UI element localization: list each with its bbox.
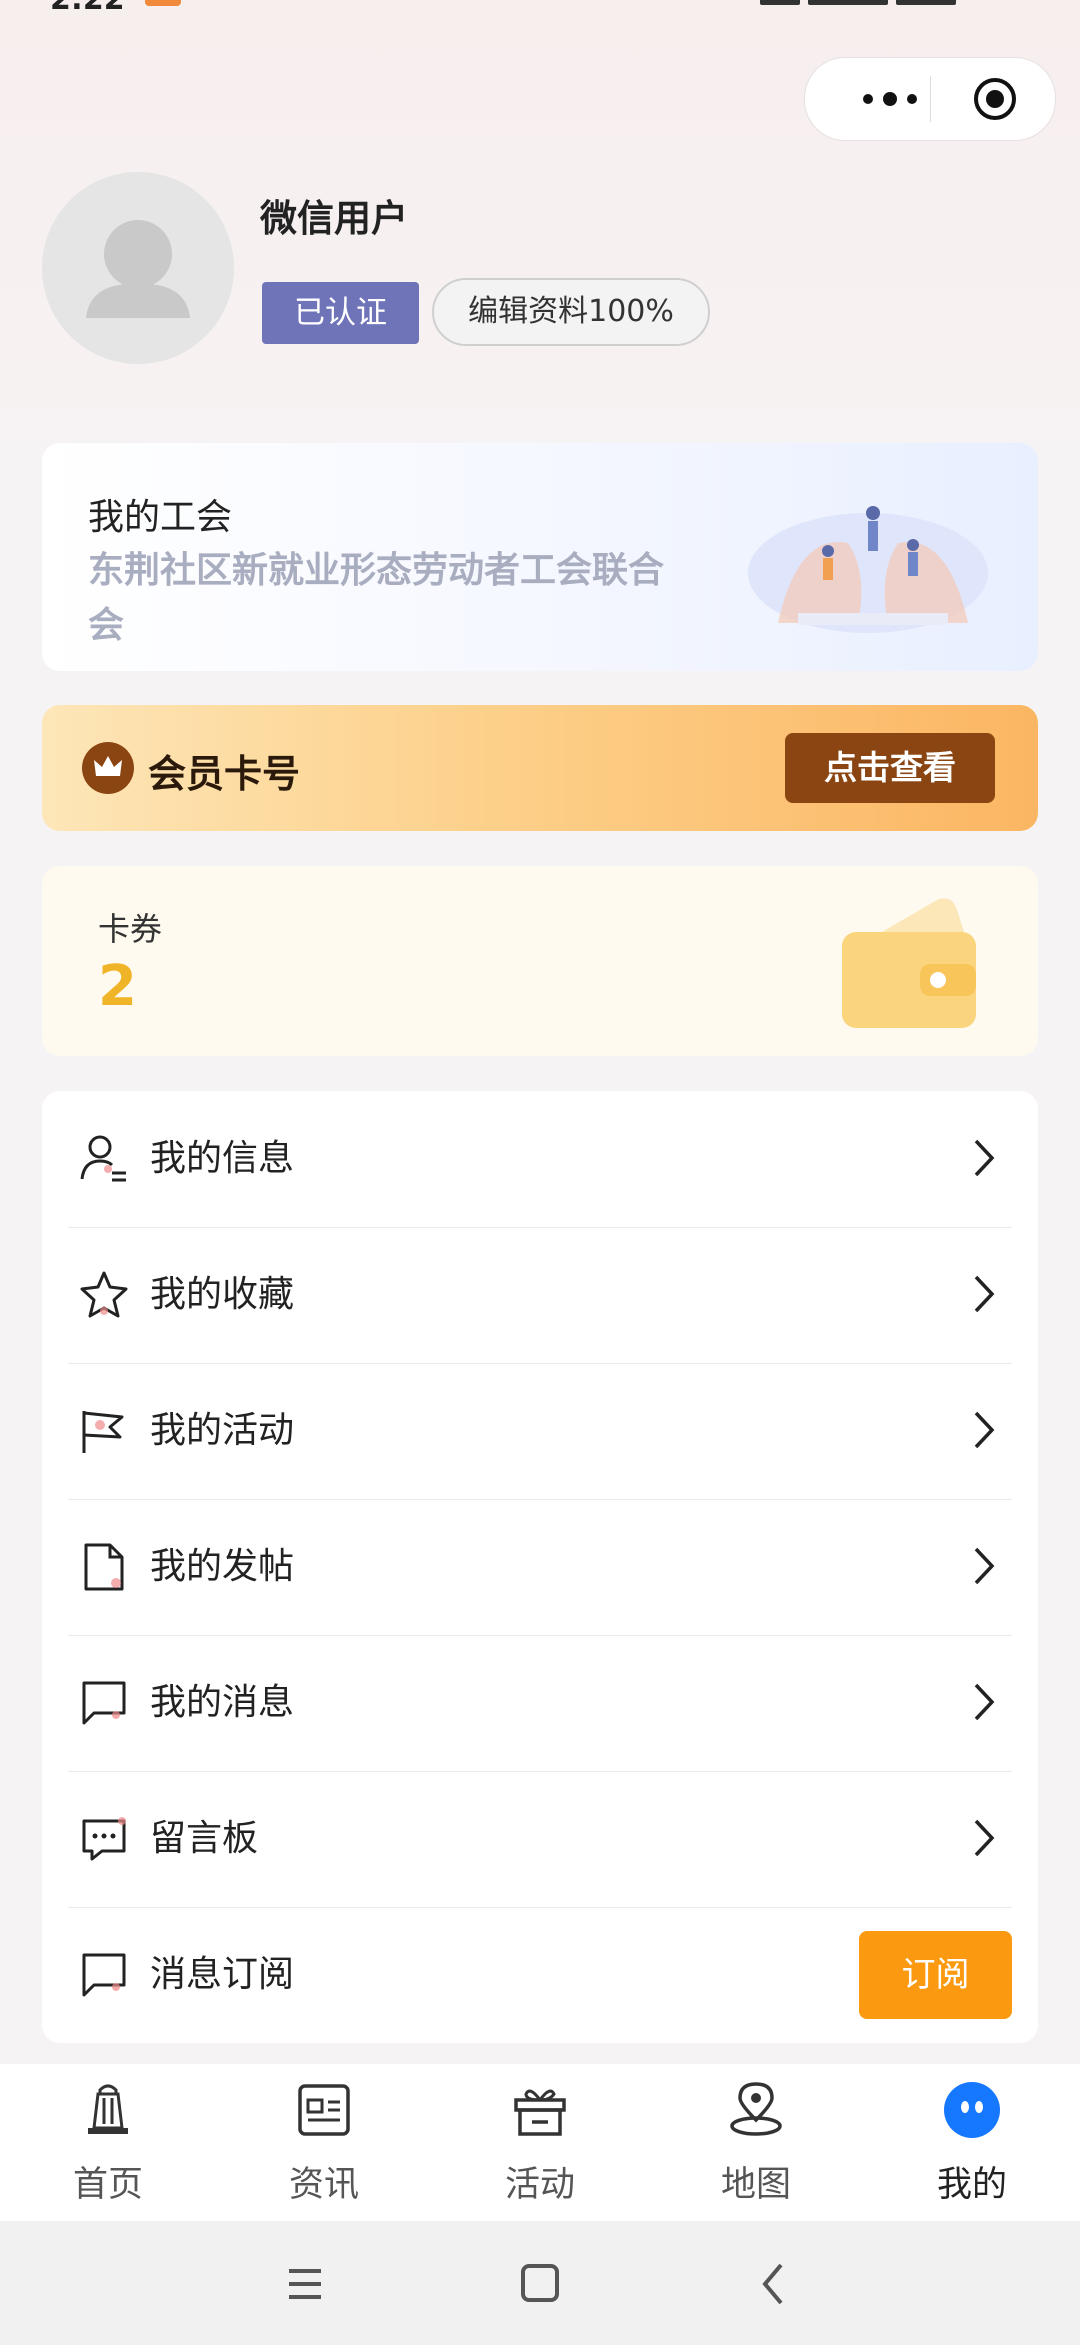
miniprogram-capsule <box>804 57 1056 141</box>
back-icon[interactable] <box>745 2259 805 2309</box>
coupon-card[interactable]: 卡券 2 <box>42 866 1038 1056</box>
more-dots-icon[interactable] <box>835 58 945 140</box>
tab-home[interactable]: 首页 <box>0 2064 216 2221</box>
wallet-icon <box>842 898 976 1028</box>
menu-label: 消息订阅 <box>150 1954 295 1995</box>
user-info-icon <box>80 1135 126 1182</box>
news-icon <box>298 2084 350 2136</box>
my-union-card[interactable]: 我的工会 东荆社区新就业形态劳动者工会联合会 <box>42 443 1038 671</box>
chat-dots-icon <box>82 1817 126 1861</box>
tab-activities[interactable]: 活动 <box>432 2064 648 2221</box>
message-icon <box>82 1681 126 1725</box>
system-navigation-bar <box>0 2221 1080 2345</box>
menu-label: 我的信息 <box>150 1138 295 1179</box>
document-icon <box>84 1543 124 1591</box>
gift-icon <box>514 2089 566 2136</box>
chevron-right-icon <box>974 1139 995 1177</box>
chevron-right-icon <box>974 1683 995 1721</box>
tab-label: 首页 <box>72 2165 143 2205</box>
chevron-right-icon <box>974 1819 995 1857</box>
target-icon[interactable] <box>972 76 1018 122</box>
bottom-tab-bar: 首页 资讯 活动 地图 我的 <box>0 2064 1080 2221</box>
menu-item-message-board[interactable]: 留言板 <box>68 1771 1012 1908</box>
tab-label: 地图 <box>720 2165 791 2205</box>
menu-item-my-messages[interactable]: 我的消息 <box>68 1635 1012 1772</box>
chevron-right-icon <box>974 1547 995 1585</box>
menu-label: 我的发帖 <box>150 1546 295 1587</box>
menu-icon[interactable] <box>275 2259 335 2309</box>
menu-item-my-posts[interactable]: 我的发帖 <box>68 1499 1012 1636</box>
chevron-right-icon <box>974 1411 995 1449</box>
flag-icon <box>82 1411 124 1453</box>
message-icon <box>82 1953 126 1997</box>
status-icons <box>760 0 1020 5</box>
status-indicator <box>145 0 181 6</box>
union-name: 东荆社区新就业形态劳动者工会联合会 <box>88 550 665 646</box>
default-avatar-icon <box>86 220 190 318</box>
status-time: 2:22 <box>50 0 125 17</box>
username: 微信用户 <box>260 197 408 240</box>
tab-label: 我的 <box>936 2165 1007 2205</box>
crown-icon <box>82 742 134 794</box>
status-bar: 2:22 <box>0 0 1080 17</box>
star-icon <box>80 1271 128 1318</box>
member-card: 会员卡号 点击查看 <box>42 705 1038 831</box>
home-square-icon[interactable] <box>510 2259 570 2309</box>
verified-badge: 已认证 <box>262 282 419 344</box>
tab-mine[interactable]: 我的 <box>864 2064 1080 2221</box>
menu-list: 我的信息 我的收藏 我的活动 我的发帖 我的消息 留言板 消息订阅 订阅 <box>42 1091 1038 2043</box>
menu-item-message-subscription: 消息订阅 订阅 <box>68 1907 1012 2043</box>
menu-label: 留言板 <box>150 1818 259 1859</box>
tab-news[interactable]: 资讯 <box>216 2064 432 2221</box>
capsule-divider <box>930 76 931 122</box>
tab-label: 活动 <box>504 2165 575 2205</box>
avatar[interactable] <box>42 172 234 364</box>
menu-label: 我的收藏 <box>150 1274 295 1315</box>
coupon-count: 2 <box>98 954 137 1019</box>
coupon-label: 卡券 <box>98 910 163 948</box>
menu-label: 我的活动 <box>150 1410 295 1451</box>
tab-label: 资讯 <box>288 2165 359 2205</box>
map-pin-icon <box>730 2082 782 2136</box>
union-illustration <box>748 506 988 633</box>
tower-icon <box>88 2084 128 2134</box>
subscribe-button[interactable]: 订阅 <box>859 1931 1012 2019</box>
member-card-title: 会员卡号 <box>148 752 301 796</box>
view-member-card-button[interactable]: 点击查看 <box>785 733 995 803</box>
menu-label: 我的消息 <box>150 1682 295 1723</box>
tab-map[interactable]: 地图 <box>648 2064 864 2221</box>
profile-face-icon <box>944 2082 1000 2138</box>
union-title: 我的工会 <box>88 497 233 538</box>
menu-item-my-activities[interactable]: 我的活动 <box>68 1363 1012 1500</box>
chevron-right-icon <box>974 1275 995 1313</box>
menu-item-my-favorites[interactable]: 我的收藏 <box>68 1227 1012 1364</box>
edit-profile-button[interactable]: 编辑资料100% <box>432 278 710 346</box>
menu-item-my-info[interactable]: 我的信息 <box>68 1091 1012 1228</box>
